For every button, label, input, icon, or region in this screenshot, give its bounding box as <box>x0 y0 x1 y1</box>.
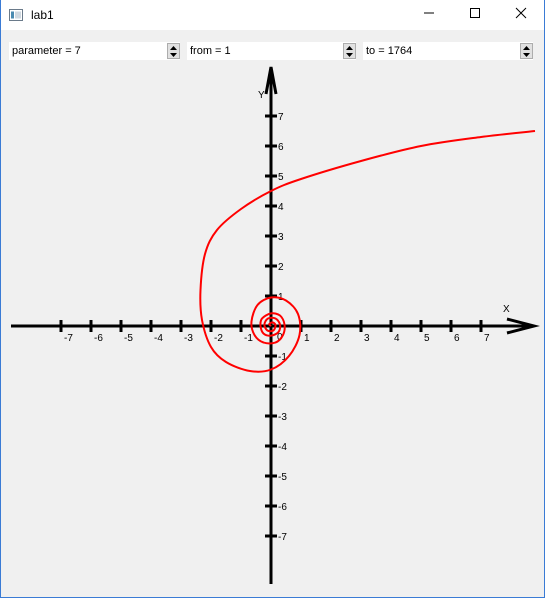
window-title: lab1 <box>31 8 54 22</box>
triangle-up-icon[interactable] <box>344 44 355 51</box>
x-tick-label: -5 <box>124 333 133 344</box>
x-tick-label: 2 <box>334 333 340 344</box>
parameter-spinbox[interactable]: parameter = 7 <box>9 42 180 60</box>
triangle-up-icon[interactable] <box>521 44 532 51</box>
y-tick-label: -4 <box>278 442 287 453</box>
y-tick-label: 4 <box>278 202 284 213</box>
x-tick-label: 1 <box>304 333 310 344</box>
y-tick-label: 2 <box>278 262 284 273</box>
plot-area: X Y -7 -6 -5 -4 -3 -2 -1 1 2 3 4 5 6 7 7 6 5 4 3 2 1 -1 -2 -3 -4 -5… <box>1 64 544 596</box>
parameter-value[interactable]: parameter = 7 <box>12 45 81 57</box>
parameter-spin-arrows[interactable] <box>167 43 180 59</box>
x-tick-label: -2 <box>214 333 223 344</box>
to-spinbox[interactable]: to = 1764 <box>363 42 533 60</box>
y-tick-label: -5 <box>278 472 287 483</box>
close-button[interactable] <box>498 0 544 30</box>
from-spinbox[interactable]: from = 1 <box>187 42 356 60</box>
y-tick-label: 5 <box>278 172 284 183</box>
y-tick-label: -3 <box>278 412 287 423</box>
x-tick-label: 3 <box>364 333 370 344</box>
app-window: lab1 parameter = 7 from = 1 to = 1764 X … <box>0 0 545 598</box>
to-spin-arrows[interactable] <box>520 43 533 59</box>
close-icon <box>515 6 527 24</box>
x-tick-label: 7 <box>484 333 490 344</box>
y-tick-label: -7 <box>278 532 287 543</box>
from-spin-arrows[interactable] <box>343 43 356 59</box>
x-tick-label: -1 <box>244 333 253 344</box>
to-value[interactable]: to = 1764 <box>366 45 412 57</box>
maximize-icon <box>469 6 481 24</box>
window-app-icon <box>9 8 23 21</box>
triangle-down-icon[interactable] <box>521 51 532 58</box>
x-tick-label: -7 <box>64 333 73 344</box>
x-axis-label: X <box>503 304 510 315</box>
y-tick-label: -2 <box>278 382 287 393</box>
x-tick-label: -6 <box>94 333 103 344</box>
y-tick-label: 6 <box>278 142 284 153</box>
triangle-down-icon[interactable] <box>168 51 179 58</box>
triangle-down-icon[interactable] <box>344 51 355 58</box>
x-tick-label: 4 <box>394 333 400 344</box>
x-tick-label: -3 <box>184 333 193 344</box>
y-tick-label: -6 <box>278 502 287 513</box>
x-tick-label: 6 <box>454 333 460 344</box>
x-tick-label: -4 <box>154 333 163 344</box>
y-axis-label: Y <box>258 90 265 101</box>
minimize-icon <box>423 6 435 24</box>
y-tick-label: 7 <box>278 112 284 123</box>
y-tick-label: 3 <box>278 232 284 243</box>
maximize-button[interactable] <box>452 0 498 30</box>
from-value[interactable]: from = 1 <box>190 45 231 57</box>
minimize-button[interactable] <box>406 0 452 30</box>
x-tick-label: 5 <box>424 333 430 344</box>
spiral-chart: XY-7 -6 -5 -4 -3 -2 -1 1 2 3 4 5 6 77654321-1-2-3-4-5… <box>11 66 540 584</box>
title-bar[interactable]: lab1 <box>1 0 544 30</box>
triangle-up-icon[interactable] <box>168 44 179 51</box>
